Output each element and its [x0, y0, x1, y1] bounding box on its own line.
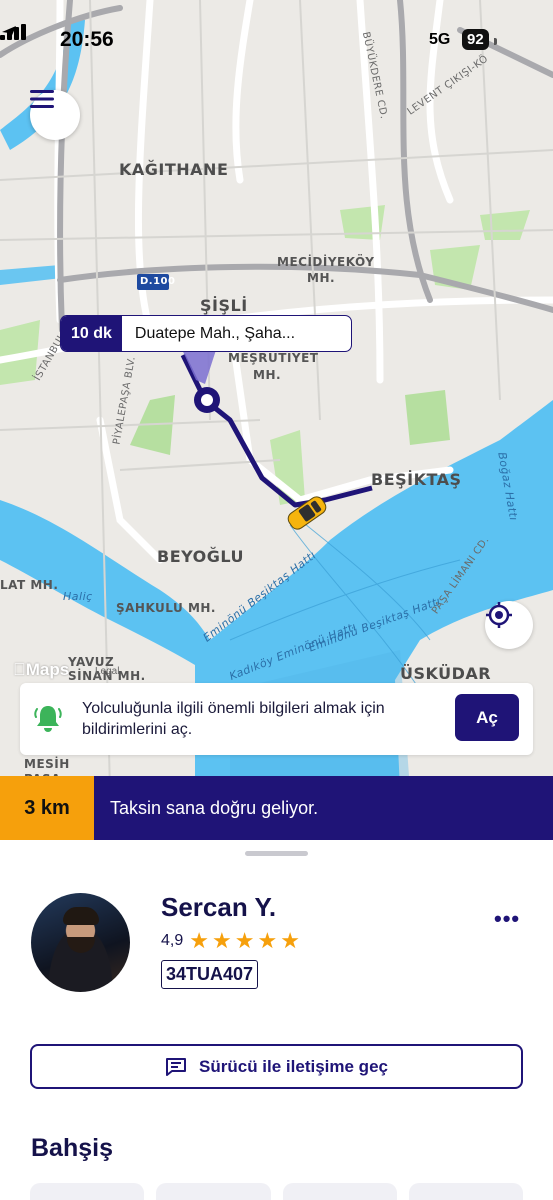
sheet-grabber[interactable] [245, 851, 308, 856]
tip-option[interactable] [408, 1183, 523, 1200]
driver-rating: 4,9 ★ ★ ★ ★ ★ [161, 928, 303, 953]
battery-indicator: 92 [462, 29, 489, 50]
label-besiktas: BEŞİKTAŞ [371, 470, 462, 489]
map-view[interactable]: KAĞITHANE ŞİŞLİ MECİDİYEKÖY MH. MEŞRUTİY… [0, 0, 553, 790]
more-options-button[interactable]: ••• [494, 908, 520, 930]
avatar-hair [63, 907, 99, 925]
trip-bottom-sheet: Sercan Y. 4,9 ★ ★ ★ ★ ★ 34TUA407 ••• Sür… [0, 840, 553, 1200]
label-uskudar: ÜSKÜDAR [400, 664, 492, 683]
tip-option[interactable] [156, 1183, 271, 1200]
apple-maps-logo: Maps [13, 660, 69, 680]
chat-bubble-icon [166, 1057, 187, 1076]
maps-logo-text: Maps [13, 660, 69, 679]
notification-text: Yolculuğunla ilgili önemli bilgileri alm… [82, 700, 385, 738]
contact-driver-label: Sürücü ile iletişime geç [199, 1056, 388, 1076]
label-kagithane: KAĞITHANE [119, 160, 229, 179]
driver-status-banner: 3 km Taksin sana doğru geliyor. [0, 776, 553, 840]
label-beyoglu: BEYOĞLU [157, 547, 244, 566]
tip-section-title: Bahşiş [31, 1134, 113, 1162]
driver-status-message: Taksin sana doğru geliyor. [110, 797, 319, 818]
status-time: 20:56 [60, 28, 114, 51]
label-mecidiyekoy: MECİDİYEKÖY [277, 255, 375, 269]
rating-stars: ★ ★ ★ ★ ★ [189, 928, 303, 953]
status-bar: 20:56 5G 92 [0, 24, 553, 60]
label-mesrutiyet-mh: MH. [253, 368, 282, 382]
star-icon: ★ [257, 928, 278, 953]
bell-icon [34, 706, 62, 732]
tip-option[interactable] [30, 1183, 145, 1200]
enable-notifications-button[interactable]: Aç [455, 694, 519, 741]
label-d100: D.100 [140, 276, 176, 287]
avatar-beard [67, 937, 95, 953]
star-icon: ★ [211, 928, 232, 953]
menu-button[interactable] [30, 90, 80, 140]
star-icon: ★ [280, 928, 300, 953]
recenter-location-button[interactable] [485, 601, 533, 649]
label-mesih: MESİH [24, 757, 70, 771]
star-icon: ★ [234, 928, 255, 953]
label-sahkulu: ŞAHKULU MH. [116, 601, 216, 615]
crosshair-icon [486, 602, 512, 628]
star-icon: ★ [189, 928, 209, 953]
eta-address: Duatepe Mah., Şaha... [134, 324, 296, 342]
driver-rating-value: 4,9 [161, 932, 184, 949]
label-mecidiyekoy-mh: MH. [307, 271, 336, 285]
cellular-signal-icon [0, 24, 26, 40]
hamburger-menu-icon [30, 90, 54, 108]
contact-driver-button[interactable]: Sürücü ile iletişime geç [30, 1044, 523, 1089]
notification-permission-card: Yolculuğunla ilgili önemli bilgileri alm… [20, 683, 533, 755]
chevron-right-icon [62, 317, 70, 329]
driver-distance: 3 km [0, 776, 94, 840]
label-sisli: ŞİŞLİ [200, 296, 248, 315]
tip-options [30, 1183, 523, 1200]
battery-cap [494, 38, 497, 45]
driver-avatar [31, 893, 130, 992]
label-halic: Haliç [63, 590, 93, 603]
license-plate: 34TUA407 [161, 960, 259, 989]
label-lat-mh: LAT MH. [0, 578, 59, 592]
eta-destination-bubble[interactable]: 10 dk Duatepe Mah., Şaha... [60, 315, 352, 352]
network-type: 5G [429, 31, 451, 48]
driver-name: Sercan Y. [161, 892, 277, 922]
label-mesrutiyet: MEŞRUTİYET [228, 351, 319, 365]
legal-link[interactable]: Legal [95, 666, 119, 677]
tip-option[interactable] [282, 1183, 397, 1200]
